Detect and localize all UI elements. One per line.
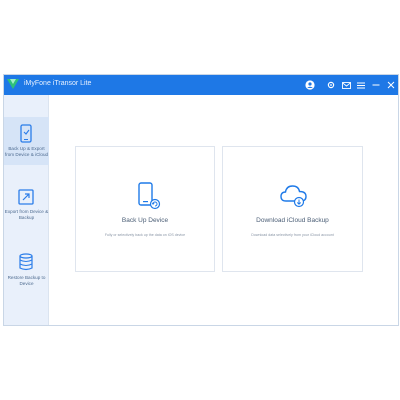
back-up-device-card[interactable]: Back Up Device Fully or selectively back… <box>75 146 215 272</box>
restore-database-icon <box>19 253 33 271</box>
card-title: Back Up Device <box>121 217 169 224</box>
settings-gear-icon[interactable] <box>324 78 338 92</box>
sidebar-item-label: Back Up & Export from Device & iCloud <box>4 146 49 157</box>
sidebar-item-label: Export from Device & Backup <box>4 209 49 220</box>
title-bar: iMyFone iTransor Lite <box>4 75 398 95</box>
device-backup-icon <box>138 182 161 210</box>
sidebar-item-label: Restore Backup to Device <box>7 275 46 286</box>
feedback-mail-icon[interactable] <box>339 78 353 92</box>
app-window: iMyFone iTransor Lite Back Up & Export f… <box>3 74 399 326</box>
sidebar-item-restore[interactable]: Restore Backup to Device <box>4 243 49 291</box>
cloud-download-icon <box>280 185 307 208</box>
account-icon[interactable] <box>303 78 317 92</box>
app-title: iMyFone iTransor Lite <box>24 80 92 87</box>
menu-icon[interactable] <box>354 78 368 92</box>
sidebar: Back Up & Export from Device & iCloud Ex… <box>4 95 49 325</box>
card-description: Download data selectively from your iClo… <box>251 233 334 237</box>
sidebar-item-export[interactable]: Export from Device & Backup <box>4 179 49 227</box>
app-logo-icon <box>7 79 19 89</box>
main-content: Back Up Device Fully or selectively back… <box>50 95 398 325</box>
sidebar-item-backup-export[interactable]: Back Up & Export from Device & iCloud <box>4 117 49 165</box>
download-icloud-backup-card[interactable]: Download iCloud Backup Download data sel… <box>222 146 363 272</box>
export-icon <box>18 189 34 205</box>
minimize-icon[interactable] <box>369 78 383 92</box>
card-description: Fully or selectively back up the data on… <box>104 233 186 237</box>
card-title: Download iCloud Backup <box>256 217 329 224</box>
close-icon[interactable] <box>384 78 398 92</box>
title-bar-controls <box>302 75 398 95</box>
phone-backup-icon <box>20 124 32 143</box>
